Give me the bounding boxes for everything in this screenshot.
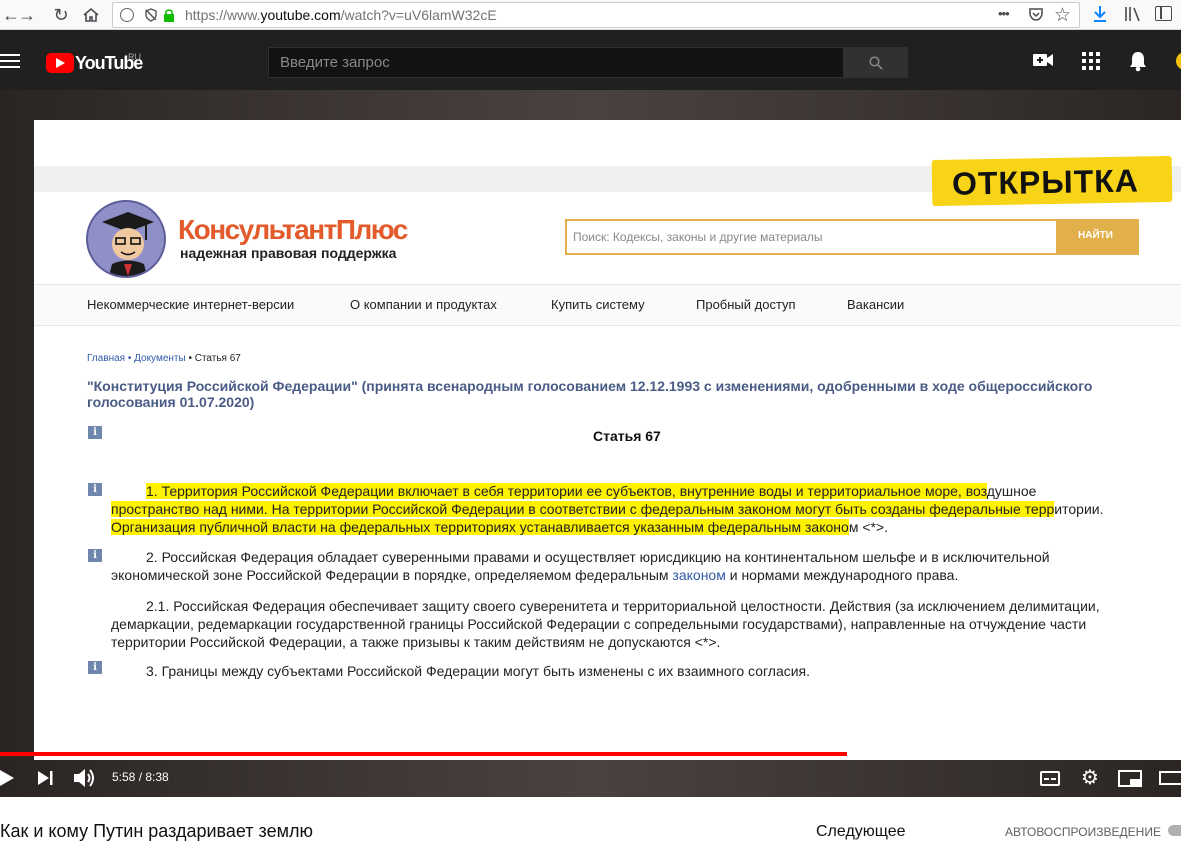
info-icon[interactable]: i — [88, 483, 102, 496]
theater-mode-icon[interactable] — [1159, 771, 1181, 785]
settings-gear-icon[interactable]: ⚙ — [1081, 768, 1099, 788]
breadcrumb-documents[interactable]: • Документы — [128, 353, 186, 364]
stamp-text: ОТКРЫТКА — [951, 162, 1140, 202]
paragraph-2-1-line-3: территории Российской Федерации, а также… — [111, 634, 721, 650]
video-title: Как и кому Путин раздаривает землю — [0, 821, 313, 841]
subtitles-icon[interactable] — [1040, 771, 1060, 786]
progress-played — [0, 752, 847, 756]
breadcrumb: Главная • Документы • Статья 67 — [87, 353, 241, 364]
search-icon — [869, 56, 883, 70]
nav-trial[interactable]: Пробный доступ — [696, 297, 796, 312]
sidebar-icon[interactable] — [1155, 6, 1172, 21]
paragraph-1-line-2: пространство над ними. На территории Рос… — [111, 501, 1104, 517]
info-icon[interactable]: i — [88, 426, 102, 439]
otkrytka-stamp: ОТКРЫТКА — [931, 155, 1173, 207]
youtube-search-input[interactable]: Введите запрос — [268, 47, 844, 78]
autoplay-toggle[interactable] — [1168, 825, 1181, 836]
law-link[interactable]: законом — [672, 567, 725, 583]
youtube-play-logo-icon — [46, 53, 74, 73]
menu-icon[interactable] — [0, 54, 20, 68]
info-icon[interactable]: i — [88, 661, 102, 674]
page-actions-icon[interactable]: ••• — [998, 6, 1010, 21]
up-next-label: Следующее — [816, 823, 906, 840]
autoplay-label: АВТОВОСПРОИЗВЕДЕНИЕ — [1005, 825, 1161, 839]
volume-icon[interactable] — [74, 768, 98, 788]
avatar[interactable] — [1176, 52, 1181, 70]
paragraph-2-1-line-2: демаркации, редемаркации государственной… — [111, 616, 1087, 632]
region-code: RU — [128, 52, 141, 62]
paragraph-1-line-1: 1. Территория Российской Федерации включ… — [146, 483, 1037, 499]
progress-bar[interactable] — [0, 752, 1181, 756]
play-icon[interactable] — [0, 770, 14, 786]
nav-noncommercial[interactable]: Некоммерческие интернет-версии — [87, 297, 294, 312]
paragraph-2-1-line-1: 2.1. Российская Федерация обеспечивает з… — [146, 598, 1100, 614]
forward-icon[interactable]: → — [16, 4, 38, 26]
lock-icon — [163, 8, 175, 22]
player-controls: 5:58 / 8:38 ⚙ — [0, 752, 1181, 797]
document-search-placeholder: Поиск: Кодексы, законы и другие материал… — [573, 230, 823, 244]
miniplayer-icon[interactable] — [1118, 770, 1142, 787]
watch-info: Как и кому Путин раздаривает землю Следу… — [0, 797, 1181, 841]
home-icon[interactable] — [80, 4, 102, 26]
breadcrumb-current: • Статья 67 — [188, 353, 241, 364]
breadcrumb-home[interactable]: Главная — [87, 353, 125, 364]
library-icon[interactable] — [1124, 6, 1142, 22]
youtube-search-button[interactable] — [843, 47, 908, 78]
document-search-input[interactable]: Поиск: Кодексы, законы и другие материал… — [565, 219, 1139, 255]
notifications-bell-icon[interactable] — [1128, 50, 1148, 72]
paragraph-2-line-1: 2. Российская Федерация обладает суверен… — [146, 549, 1050, 565]
consultant-logo-professor-icon[interactable] — [86, 200, 166, 278]
paragraph-3-line-1: 3. Границы между субъектами Российской Ф… — [146, 663, 811, 679]
pocket-icon[interactable] — [1028, 6, 1044, 22]
address-bar[interactable]: https://www.youtube.com/watch?v=uV6lamW3… — [112, 2, 1080, 28]
info-icon[interactable]: i — [88, 549, 102, 562]
nav-buy[interactable]: Купить систему — [551, 297, 645, 312]
youtube-header: YouTube RU Введите запрос — [0, 30, 1181, 90]
create-video-icon[interactable] — [1032, 52, 1054, 68]
nav-vacancies[interactable]: Вакансии — [847, 297, 904, 312]
reload-icon[interactable]: ↻ — [50, 4, 72, 26]
search-placeholder: Введите запрос — [280, 54, 390, 71]
brand-tagline: надежная правовая поддержка — [180, 245, 397, 261]
next-video-icon[interactable] — [38, 771, 54, 785]
download-icon[interactable] — [1092, 5, 1108, 23]
browser-toolbar: ← → ↻ https://www.youtube.com/watch?v=uV… — [0, 0, 1181, 30]
paragraph-1-line-3: Организация публичной власти на федераль… — [111, 519, 889, 535]
brand-name[interactable]: КонсультантПлюс — [178, 214, 408, 246]
video-player[interactable]: ОТКРЫТКА КонсультантПлюс надежная правов… — [0, 90, 1181, 797]
search-button-label: НАЙТИ — [1078, 230, 1113, 241]
document-search-button[interactable]: НАЙТИ — [1056, 219, 1139, 255]
consultant-page-frame: ОТКРЫТКА КонсультантПлюс надежная правов… — [34, 120, 1181, 760]
apps-grid-icon[interactable] — [1082, 52, 1100, 70]
tracking-protection-icon[interactable] — [143, 7, 159, 23]
url-text[interactable]: https://www.youtube.com/watch?v=uV6lamW3… — [185, 7, 497, 23]
time-display: 5:58 / 8:38 — [112, 770, 169, 784]
article-heading: Статья 67 — [593, 428, 661, 444]
document-title: "Конституция Российской Федерации" (прин… — [87, 378, 1093, 410]
nav-about[interactable]: О компании и продуктах — [350, 297, 497, 312]
bookmark-star-icon[interactable]: ☆ — [1054, 4, 1071, 27]
site-info-icon[interactable] — [120, 8, 134, 22]
paragraph-2-line-2: экономической зоне Российской Федерации … — [111, 567, 959, 583]
youtube-logo[interactable]: YouTube RU — [46, 52, 146, 74]
